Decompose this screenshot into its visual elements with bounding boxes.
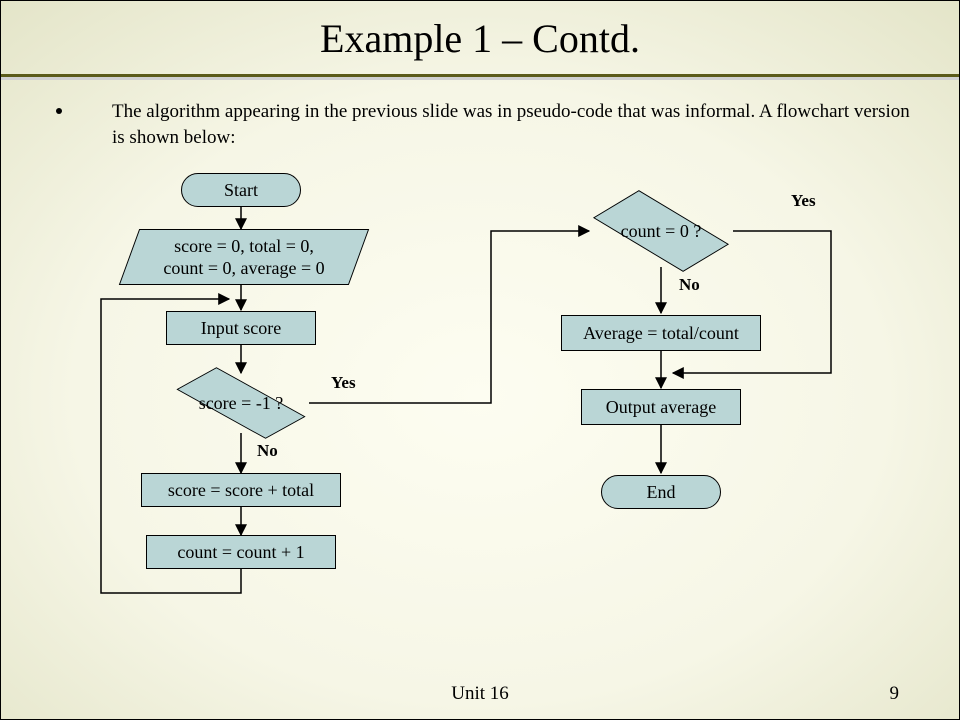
footer-unit: Unit 16 [1,683,959,705]
node-decision-count: count = 0 ? [589,195,733,267]
node-end: End [601,475,721,509]
label-yes-1: Yes [331,373,356,393]
footer-page-number: 9 [890,683,900,705]
slide-title: Example 1 – Contd. [1,1,959,74]
node-init: score = 0, total = 0, count = 0, average… [129,229,359,285]
bullet-dot [56,108,62,114]
node-score-total: score = score + total [141,473,341,507]
node-input: Input score [166,311,316,345]
node-start: Start [181,173,301,207]
label-no-2: No [679,275,700,295]
decision-score-text: score = -1 ? [199,392,284,415]
decision-count-text: count = 0 ? [621,220,702,243]
node-output: Output average [581,389,741,425]
node-average: Average = total/count [561,315,761,351]
label-no-1: No [257,441,278,461]
title-rule [1,74,959,77]
node-decision-score: score = -1 ? [173,373,309,433]
bullet-text: The algorithm appearing in the previous … [112,99,919,150]
node-count-inc: count = count + 1 [146,535,336,569]
flowchart: Start score = 0, total = 0, count = 0, a… [91,173,891,663]
init-line2: count = 0, average = 0 [129,257,359,280]
label-yes-2: Yes [791,191,816,211]
node-init-text: score = 0, total = 0, count = 0, average… [129,235,359,280]
bullet-row: The algorithm appearing in the previous … [1,99,959,150]
init-line1: score = 0, total = 0, [129,235,359,258]
